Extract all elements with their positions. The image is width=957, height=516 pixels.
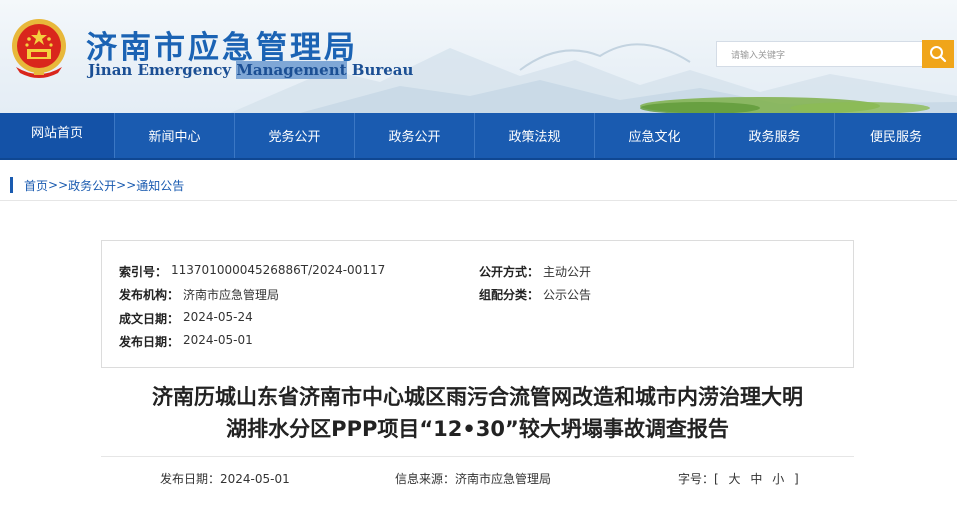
article-title-line-1: 济南历城山东省济南市中心城区雨污合流管网改造和城市内涝治理大明 (152, 385, 803, 409)
info-published-label: 发布日期： (119, 335, 180, 349)
nav-item-party-affairs[interactable]: 党务公开 (235, 113, 355, 158)
nav-item-public-services[interactable]: 便民服务 (835, 113, 957, 158)
info-mode-label: 公开方式： (479, 265, 540, 279)
info-index-row: 索引号： 11370100004526886T/2024-00117 (119, 263, 385, 280)
info-mode-value: 主动公开 (543, 265, 592, 279)
subtitle-part-2: Management (236, 61, 347, 79)
national-emblem-icon (12, 19, 66, 78)
breadcrumb-marker (10, 177, 13, 193)
main-nav: 网站首页 新闻中心 党务公开 政务公开 政策法规 应急文化 政务服务 便民服务 (0, 113, 957, 160)
nav-item-emergency-culture[interactable]: 应急文化 (595, 113, 715, 158)
breadcrumb-government-affairs[interactable]: 政务公开 (68, 177, 116, 194)
divider (101, 456, 854, 457)
font-size-control: 字号：[ 大 中 小 ] (678, 472, 802, 486)
info-publisher-value: 济南市应急管理局 (183, 288, 280, 302)
info-published-row: 发布日期： 2024-05-01 (119, 333, 253, 350)
nav-item-government-affairs[interactable]: 政务公开 (355, 113, 475, 158)
subtitle-part-1: Jinan Emergency (88, 61, 237, 79)
article-date: 发布日期：2024-05-01 (160, 470, 290, 487)
search-button[interactable] (922, 40, 954, 68)
info-created-label: 成文日期： (119, 312, 180, 326)
divider (0, 200, 957, 201)
subtitle-part-3: Bureau (346, 61, 414, 79)
breadcrumb: 首页 >> 政务公开 >> 通知公告 (10, 176, 184, 194)
breadcrumb-home[interactable]: 首页 (24, 177, 48, 194)
font-size-small[interactable]: 小 (772, 472, 787, 486)
search-icon (930, 46, 947, 63)
article-title: 济南历城山东省济南市中心城区雨污合流管网改造和城市内涝治理大明 湖排水分区PPP… (101, 381, 854, 445)
font-size-large[interactable]: 大 (729, 472, 744, 486)
article-source-value: 济南市应急管理局 (455, 472, 552, 486)
article-source-label: 信息来源： (395, 472, 456, 486)
info-created-value: 2024-05-24 (183, 310, 253, 324)
breadcrumb-separator: >> (48, 178, 69, 192)
info-publisher-row: 发布机构： 济南市应急管理局 (119, 286, 279, 303)
breadcrumb-separator: >> (116, 178, 137, 192)
document-info-table: 索引号： 11370100004526886T/2024-00117 发布机构：… (101, 240, 854, 368)
info-category-value: 公示公告 (543, 288, 592, 302)
info-category-label: 组配分类： (479, 288, 540, 302)
nav-item-news[interactable]: 新闻中心 (115, 113, 235, 158)
info-published-value: 2024-05-01 (183, 333, 253, 347)
info-publisher-label: 发布机构： (119, 288, 180, 302)
article-title-line-2: 湖排水分区PPP项目“12•30”较大坍塌事故调查报告 (226, 417, 729, 441)
nav-item-government-services[interactable]: 政务服务 (715, 113, 835, 158)
font-size-medium[interactable]: 中 (750, 472, 765, 486)
article-source: 信息来源：济南市应急管理局 (395, 470, 551, 487)
info-category-row: 组配分类： 公示公告 (479, 286, 591, 303)
header-banner: 济南市应急管理局 Jinan Emergency Management Bure… (0, 0, 957, 113)
info-created-row: 成文日期： 2024-05-24 (119, 310, 253, 327)
search-input[interactable]: 请输入关键字 (716, 41, 922, 67)
info-mode-row: 公开方式： 主动公开 (479, 263, 591, 280)
site-subtitle: Jinan Emergency Management Bureau (88, 61, 413, 79)
nav-item-policies[interactable]: 政策法规 (475, 113, 595, 158)
info-index-value: 11370100004526886T/2024-00117 (171, 263, 386, 277)
nav-item-home[interactable]: 网站首页 (0, 113, 115, 158)
article-date-label: 发布日期： (160, 472, 221, 486)
breadcrumb-notices[interactable]: 通知公告 (136, 177, 184, 194)
font-size-label: 字号： (678, 472, 715, 486)
article-date-value: 2024-05-01 (220, 472, 290, 486)
info-index-label: 索引号： (119, 265, 168, 279)
